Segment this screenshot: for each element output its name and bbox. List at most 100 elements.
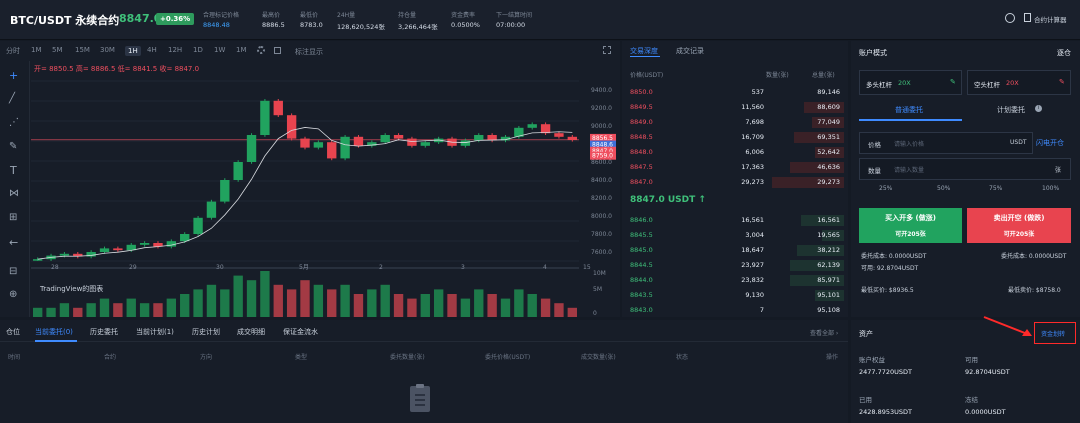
indicator-icon[interactable]: [274, 47, 281, 54]
candle-body: [193, 217, 203, 234]
orders-tab[interactable]: 当前委托(0): [35, 327, 73, 337]
fib-icon[interactable]: ⋰: [9, 117, 19, 128]
assets-panel: 资产 资金划转 账户权益 2477.7720USDT 可用 92.8704USD…: [851, 320, 1080, 423]
y-tick: 7600.0: [591, 249, 612, 256]
orderbook-row[interactable]: 8848.0 6,006 52,642: [622, 145, 848, 160]
orders-tab[interactable]: 保证金流水: [283, 327, 318, 337]
orderbook-row[interactable]: 8849.0 7,698 77,049: [622, 115, 848, 130]
interval-tab[interactable]: 15M: [75, 46, 90, 54]
orderbook-row[interactable]: 8847.5 17,363 46,636: [622, 160, 848, 175]
percent-slider[interactable]: 25% 50% 75% 100%: [859, 185, 1071, 195]
tab-limit-order[interactable]: 普通委托: [895, 105, 923, 115]
orders-tab[interactable]: 仓位: [6, 327, 20, 337]
orderbook-row[interactable]: 8850.0 537 89,146: [622, 85, 848, 100]
calculator-icon[interactable]: [1024, 13, 1031, 22]
row-total: 77,049: [817, 118, 840, 126]
interval-tab[interactable]: 30M: [100, 46, 115, 54]
frozen-label: 冻结: [965, 396, 978, 404]
volume-bar: [313, 284, 324, 317]
orders-column-header: 成交数量(张): [581, 354, 616, 361]
account-mode-value[interactable]: 逐仓: [1057, 48, 1071, 58]
interval-tab[interactable]: 4H: [147, 46, 157, 54]
measure-icon[interactable]: ⊞: [9, 212, 17, 223]
orderbook-row[interactable]: 8843.5 9,130 95,101: [622, 288, 848, 303]
interval-tab[interactable]: 1H: [125, 46, 141, 56]
percent-option[interactable]: 100%: [1042, 185, 1059, 192]
row-price: 8845.0: [630, 246, 653, 254]
calculator-link[interactable]: 合约计算器: [1034, 14, 1067, 24]
row-price: 8850.0: [630, 88, 653, 96]
trendline-icon[interactable]: ╱: [9, 93, 15, 104]
row-price: 8848.0: [630, 148, 653, 156]
stat-value: 8886.5: [262, 21, 285, 29]
crosshair-icon[interactable]: +: [9, 69, 18, 82]
percent-option[interactable]: 75%: [989, 185, 1002, 192]
orderbook-row[interactable]: 8844.5 23,927 62,139: [622, 258, 848, 273]
price-input[interactable]: 价格 请输入价格 USDT: [859, 132, 1033, 154]
orderbook-row[interactable]: 8848.5 16,709 69,351: [622, 130, 848, 145]
row-price: 8847.5: [630, 163, 653, 171]
candle-body: [540, 124, 551, 134]
orderbook-row[interactable]: 8844.0 23,832 85,971: [622, 273, 848, 288]
orders-tab[interactable]: 历史委托: [90, 327, 118, 337]
tab-plan-order[interactable]: 计划委托: [997, 105, 1025, 115]
y-tick: 8400.0: [591, 177, 612, 184]
orderbook-row[interactable]: 8846.0 16,561 16,561: [622, 213, 848, 228]
quantity-input[interactable]: 数量 请输入数量 张: [859, 158, 1071, 180]
volume-bar: [367, 289, 377, 317]
back-arrow-icon[interactable]: ←: [9, 236, 18, 249]
ruler-icon[interactable]: ⊟: [9, 266, 17, 277]
tab-trades[interactable]: 成交记录: [676, 46, 704, 56]
max-sell-price: 最低卖价: $8758.0: [1008, 287, 1061, 294]
orders-tab[interactable]: 历史计划: [192, 327, 220, 337]
interval-tab[interactable]: 12H: [168, 46, 182, 54]
interval-tab[interactable]: 1W: [214, 46, 225, 54]
indicator-toggle[interactable]: 标注显示: [295, 47, 323, 57]
sell-short-button[interactable]: 卖出开空 (做跌) 可开205张: [967, 208, 1071, 243]
percent-option[interactable]: 50%: [937, 185, 950, 192]
settings-gear-icon[interactable]: [257, 46, 265, 54]
candle-body: [474, 135, 484, 141]
interval-tab[interactable]: 分时: [6, 46, 20, 56]
interval-tab[interactable]: 5M: [52, 46, 63, 54]
orderbook-row[interactable]: 8845.0 18,647 38,212: [622, 243, 848, 258]
orderbook-row[interactable]: 8843.0 7 95,108: [622, 303, 848, 318]
info-icon[interactable]: i: [1035, 105, 1042, 112]
sell-available: 可开205张: [1003, 231, 1035, 238]
percent-option[interactable]: 25%: [879, 185, 892, 192]
long-leverage-box[interactable]: 多头杠杆 20X ✎: [859, 70, 962, 95]
orderbook-row[interactable]: 8849.5 11,560 88,609: [622, 100, 848, 115]
edit-pencil-icon[interactable]: ✎: [950, 78, 956, 86]
x-tick: 2: [379, 264, 383, 271]
edit-pencil-icon[interactable]: ✎: [1059, 78, 1065, 86]
interval-tab[interactable]: 1D: [193, 46, 203, 54]
orders-tab[interactable]: 成交明细: [237, 327, 265, 337]
candle-body: [420, 142, 430, 146]
interval-tab[interactable]: 1M: [236, 46, 247, 54]
transfer-button[interactable]: 资金划转: [1034, 322, 1076, 344]
zoom-icon[interactable]: ⊕: [9, 289, 17, 300]
stat-value: 0.0500%: [451, 21, 480, 29]
buy-long-button[interactable]: 买入开多 (做涨) 可开205张: [859, 208, 962, 243]
price-chart[interactable]: 9400.09200.09000.08800.08600.08400.08200…: [31, 61, 620, 317]
mid-price: 8847.0 USDT ↑: [630, 195, 706, 205]
theme-sun-icon[interactable]: [1005, 13, 1015, 23]
text-tool-icon[interactable]: T: [10, 164, 17, 177]
symbol-title[interactable]: BTC/USDT 永续合约: [10, 12, 119, 28]
tab-depth[interactable]: 交易深度: [630, 46, 658, 56]
pattern-icon[interactable]: ⋈: [9, 188, 19, 199]
view-all-link[interactable]: 查看全部 ›: [810, 328, 838, 337]
candle-body: [554, 133, 564, 137]
short-leverage-box[interactable]: 空头杠杆 20X ✎: [967, 70, 1071, 95]
tradingview-watermark: TradingView的图表: [40, 285, 104, 293]
orders-tab[interactable]: 当前计划(1): [136, 327, 174, 337]
candle-body: [220, 180, 230, 202]
brush-icon[interactable]: ✎: [9, 141, 17, 152]
row-qty: 6,006: [745, 148, 764, 156]
y-tick: 8000.0: [591, 213, 612, 220]
orderbook-row[interactable]: 8847.0 29,273 29,273: [622, 175, 848, 190]
orderbook-row[interactable]: 8845.5 3,004 19,565: [622, 228, 848, 243]
fullscreen-icon[interactable]: [603, 46, 611, 54]
interval-tab[interactable]: 1M: [31, 46, 42, 54]
flash-open-link[interactable]: 闪电开仓: [1036, 138, 1064, 148]
